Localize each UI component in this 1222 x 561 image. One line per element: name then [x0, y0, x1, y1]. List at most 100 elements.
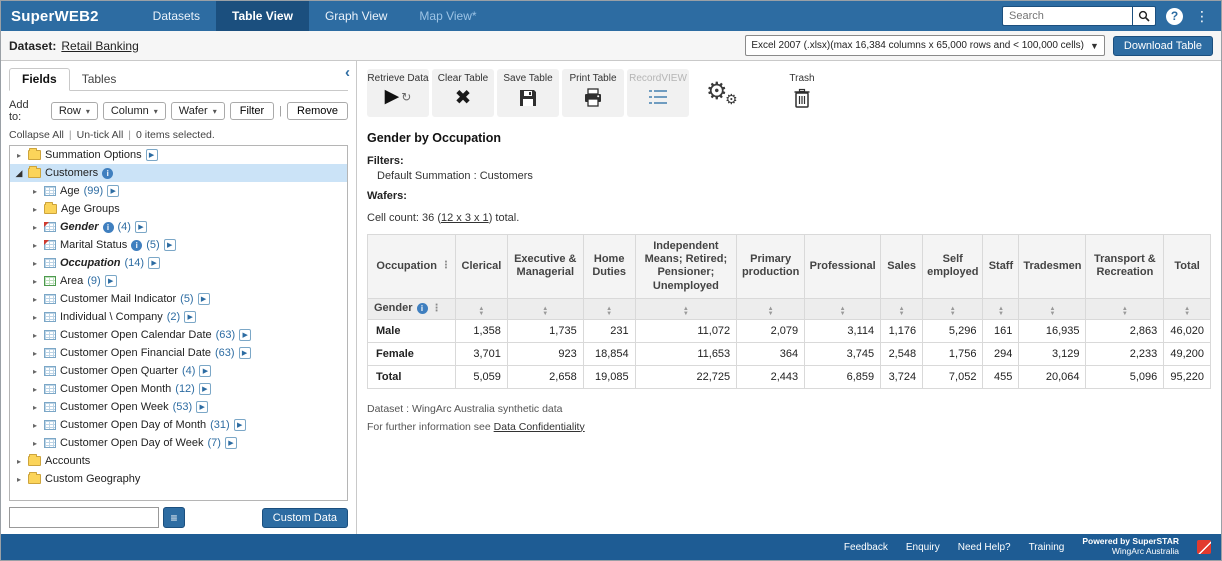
tree-item-customer-open-calendar-date[interactable]: ▸ Customer Open Calendar Date (63) ▶: [10, 326, 347, 344]
column-header[interactable]: Home Duties: [583, 235, 635, 299]
row-dimension-header[interactable]: Genderi⋮: [368, 298, 456, 319]
add-to-column-dropdown[interactable]: Column▾: [103, 102, 166, 120]
arrow-icon[interactable]: ▶: [199, 383, 211, 395]
menu-kebab-icon[interactable]: ⋮: [1193, 8, 1211, 25]
footer-link-need-help[interactable]: Need Help?: [958, 542, 1011, 553]
column-header[interactable]: Primary production: [737, 235, 805, 299]
expander-icon[interactable]: ▸: [30, 439, 40, 448]
sort-toggle[interactable]: ▲▼: [583, 298, 635, 319]
sort-toggle[interactable]: ▲▼: [983, 298, 1019, 319]
expander-icon[interactable]: ▸: [30, 313, 40, 322]
expander-icon[interactable]: ◢: [14, 168, 24, 179]
column-header[interactable]: Staff: [983, 235, 1019, 299]
sort-toggle[interactable]: ▲▼: [455, 298, 507, 319]
corner-header[interactable]: Occupation⋮: [368, 235, 456, 299]
expander-icon[interactable]: ▸: [30, 187, 40, 196]
tree-item-customer-open-quarter[interactable]: ▸ Customer Open Quarter (4) ▶: [10, 362, 347, 380]
add-to-row-dropdown[interactable]: Row▾: [51, 102, 98, 120]
arrow-icon[interactable]: ▶: [135, 221, 147, 233]
info-icon[interactable]: i: [131, 240, 142, 251]
expander-icon[interactable]: ▸: [30, 403, 40, 412]
tree-item-occupation[interactable]: ▸ Occupation (14) ▶: [10, 254, 347, 272]
expander-icon[interactable]: ▸: [30, 385, 40, 394]
clear-table-button[interactable]: Clear Table ✖: [432, 69, 494, 117]
sort-toggle[interactable]: ▲▼: [805, 298, 881, 319]
expander-icon[interactable]: ▸: [30, 295, 40, 304]
expander-icon[interactable]: ▸: [30, 277, 40, 286]
info-icon[interactable]: i: [102, 168, 113, 179]
column-header[interactable]: Transport & Recreation: [1086, 235, 1164, 299]
expander-icon[interactable]: ▸: [14, 475, 24, 484]
expander-icon[interactable]: ▸: [30, 223, 40, 232]
footer-link-enquiry[interactable]: Enquiry: [906, 542, 940, 553]
tab-tables[interactable]: Tables: [70, 69, 129, 90]
tree-item-summation-options[interactable]: ▸ Summation Options ▶: [10, 146, 347, 164]
search-input[interactable]: [1002, 6, 1132, 26]
tree-item-age-groups[interactable]: ▸ Age Groups: [10, 200, 347, 218]
tree-item-gender[interactable]: ▸ Gender i (4) ▶: [10, 218, 347, 236]
row-label[interactable]: Total: [368, 365, 456, 388]
expander-icon[interactable]: ▸: [30, 241, 40, 250]
tree-item-customer-open-day-of-week[interactable]: ▸ Customer Open Day of Week (7) ▶: [10, 434, 347, 452]
column-header[interactable]: Tradesmen: [1019, 235, 1086, 299]
retrieve-data-button[interactable]: Retrieve Data ▶↻: [367, 69, 429, 117]
search-icon[interactable]: [1132, 6, 1156, 26]
tab-fields[interactable]: Fields: [9, 68, 70, 91]
arrow-icon[interactable]: ▶: [148, 257, 160, 269]
column-header[interactable]: Independent Means; Retired; Pensioner; U…: [635, 235, 737, 299]
expander-icon[interactable]: ▸: [14, 151, 24, 160]
export-format-select[interactable]: Excel 2007 (.xlsx)(max 16,384 columns x …: [745, 35, 1105, 56]
download-table-button[interactable]: Download Table: [1113, 36, 1213, 56]
sort-toggle[interactable]: ▲▼: [635, 298, 737, 319]
tree-item-customer-open-month[interactable]: ▸ Customer Open Month (12) ▶: [10, 380, 347, 398]
tree-item-customer-open-week[interactable]: ▸ Customer Open Week (53) ▶: [10, 398, 347, 416]
expander-icon[interactable]: ▸: [14, 457, 24, 466]
row-label[interactable]: Female: [368, 342, 456, 365]
arrow-icon[interactable]: ▶: [184, 311, 196, 323]
collapse-panel-icon[interactable]: ‹: [345, 67, 350, 79]
save-table-button[interactable]: Save Table: [497, 69, 559, 117]
table-options-button[interactable]: ⚙ ⚙: [706, 83, 746, 117]
remove-button[interactable]: Remove: [287, 102, 348, 120]
help-icon[interactable]: ?: [1166, 8, 1183, 25]
tree-item-age[interactable]: ▸ Age (99) ▶: [10, 182, 347, 200]
arrow-icon[interactable]: ▶: [199, 365, 211, 377]
data-confidentiality-link[interactable]: Data Confidentiality: [494, 421, 585, 433]
dataset-name-link[interactable]: Retail Banking: [61, 39, 138, 53]
column-header[interactable]: Clerical: [455, 235, 507, 299]
sort-toggle[interactable]: ▲▼: [737, 298, 805, 319]
cell-count-link[interactable]: 12 x 3 x 1: [441, 212, 489, 224]
tree-item-customer-open-day-of-month[interactable]: ▸ Customer Open Day of Month (31) ▶: [10, 416, 347, 434]
field-search-input[interactable]: [9, 507, 159, 528]
print-table-button[interactable]: Print Table: [562, 69, 624, 117]
nav-tab-map-view[interactable]: Map View*: [403, 1, 492, 31]
field-filter-icon[interactable]: ≡: [163, 507, 185, 528]
column-header[interactable]: Executive & Managerial: [507, 235, 583, 299]
sort-toggle[interactable]: ▲▼: [923, 298, 983, 319]
column-header[interactable]: Total: [1164, 235, 1211, 299]
tree-item-customer-mail-indicator[interactable]: ▸ Customer Mail Indicator (5) ▶: [10, 290, 347, 308]
add-to-wafer-dropdown[interactable]: Wafer▾: [171, 102, 225, 120]
nav-tab-graph-view[interactable]: Graph View: [309, 1, 403, 31]
footer-link-training[interactable]: Training: [1029, 542, 1065, 553]
expander-icon[interactable]: ▸: [30, 421, 40, 430]
column-header[interactable]: Professional: [805, 235, 881, 299]
arrow-icon[interactable]: ▶: [146, 149, 158, 161]
column-menu-icon[interactable]: ⋮: [441, 260, 451, 272]
tree-item-area[interactable]: ▸ Area (9) ▶: [10, 272, 347, 290]
tree-item-accounts[interactable]: ▸ Accounts: [10, 452, 347, 470]
expander-icon[interactable]: ▸: [30, 205, 40, 214]
tree-item-marital-status[interactable]: ▸ Marital Status i (5) ▶: [10, 236, 347, 254]
column-header[interactable]: Sales: [881, 235, 923, 299]
arrow-icon[interactable]: ▶: [196, 401, 208, 413]
info-icon[interactable]: i: [417, 303, 428, 314]
expander-icon[interactable]: ▸: [30, 331, 40, 340]
arrow-icon[interactable]: ▶: [239, 347, 251, 359]
arrow-icon[interactable]: ▶: [239, 329, 251, 341]
expander-icon[interactable]: ▸: [30, 367, 40, 376]
sort-toggle[interactable]: ▲▼: [881, 298, 923, 319]
expander-icon[interactable]: ▸: [30, 349, 40, 358]
sort-toggle[interactable]: ▲▼: [1086, 298, 1164, 319]
row-label[interactable]: Male: [368, 319, 456, 342]
arrow-icon[interactable]: ▶: [234, 419, 246, 431]
